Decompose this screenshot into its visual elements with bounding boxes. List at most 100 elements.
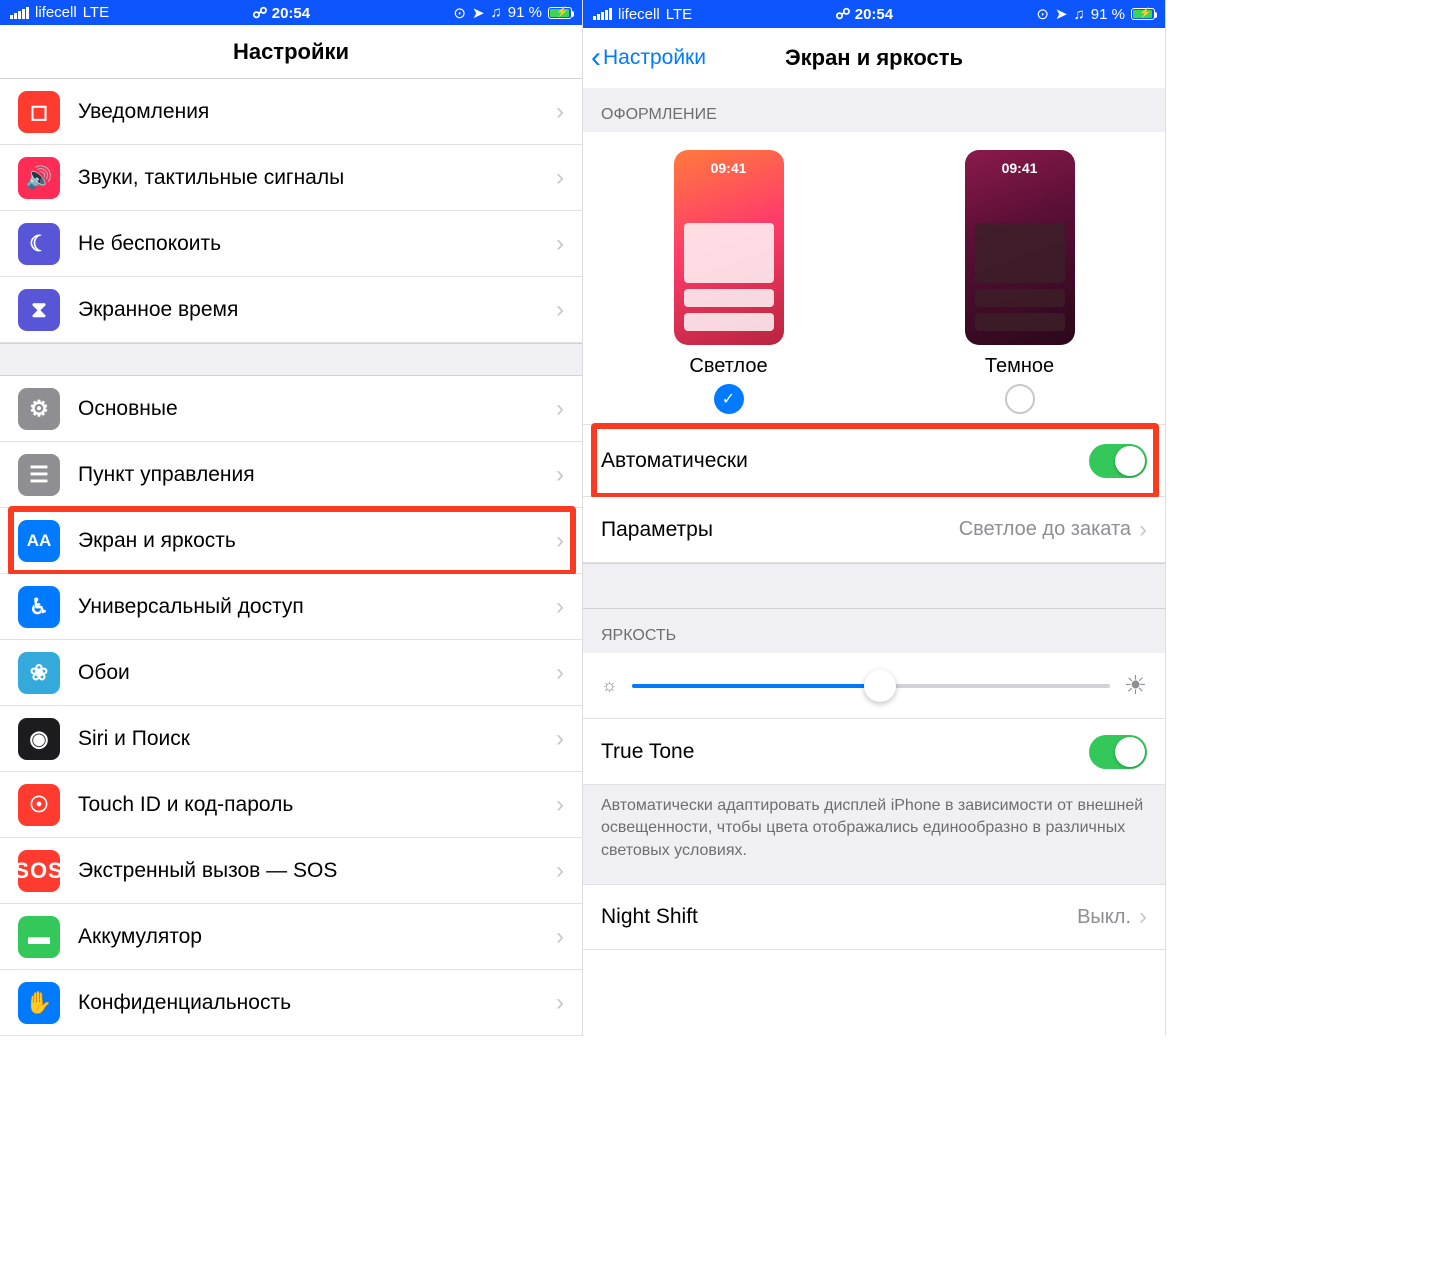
time-label: 20:54 xyxy=(855,6,893,23)
slider-knob[interactable] xyxy=(864,670,896,702)
row-label: Обои xyxy=(78,661,556,685)
link-icon: ☍ xyxy=(835,6,850,23)
chevron-right-icon: › xyxy=(556,461,564,489)
settings-row[interactable]: ☉Touch ID и код-пароль› xyxy=(0,772,582,838)
light-label: Светлое xyxy=(674,355,784,378)
settings-row[interactable]: ❀Обои› xyxy=(0,640,582,706)
row-label: Звуки, тактильные сигналы xyxy=(78,166,556,190)
dark-thumbnail: 09:41 xyxy=(965,150,1075,345)
back-label: Настройки xyxy=(603,46,706,70)
automatic-row-wrapper: Автоматически xyxy=(583,425,1165,497)
row-icon: SOS xyxy=(18,850,60,892)
page-title: Экран и яркость xyxy=(785,45,963,71)
phone-settings-list: lifecell LTE ☍ 20:54 ⊙ ➤ ♫ 91 % ⚡ Настро… xyxy=(0,0,583,1036)
sun-large-icon: ☀ xyxy=(1124,670,1147,701)
status-bar: lifecell LTE ☍ 20:54 ⊙ ➤ ♫ 91 % ⚡ xyxy=(583,0,1165,28)
location-icon: ➤ xyxy=(472,4,485,22)
time-label: 20:54 xyxy=(272,5,310,22)
chevron-right-icon: › xyxy=(556,98,564,126)
row-icon: 🔊 xyxy=(18,157,60,199)
row-icon: ◻︎ xyxy=(18,91,60,133)
row-icon: ✋ xyxy=(18,982,60,1024)
battery-pct-label: 91 % xyxy=(1091,6,1125,23)
chevron-right-icon: › xyxy=(556,857,564,885)
chevron-right-icon: › xyxy=(556,296,564,324)
appearance-option-light[interactable]: 09:41 Светлое ✓ xyxy=(674,150,784,414)
light-radio[interactable]: ✓ xyxy=(714,384,744,414)
row-icon: ⧗ xyxy=(18,289,60,331)
carrier-label: lifecell xyxy=(35,4,77,21)
group-separator xyxy=(0,343,582,376)
row-label: Аккумулятор xyxy=(78,925,556,949)
group-separator xyxy=(583,563,1165,609)
nav-header: Настройки xyxy=(0,25,582,79)
settings-row[interactable]: ◻︎Уведомления› xyxy=(0,79,582,145)
chevron-right-icon: › xyxy=(556,989,564,1017)
brightness-section-header: ЯРКОСТЬ xyxy=(583,609,1165,653)
params-value: Светлое до заката xyxy=(959,518,1131,541)
nightshift-value: Выкл. xyxy=(1077,906,1131,929)
row-icon: AA xyxy=(18,520,60,562)
signal-icon xyxy=(593,8,612,20)
settings-row[interactable]: ⚙ Основные› xyxy=(0,376,582,442)
settings-row[interactable]: ◉ Siri и Поиск› xyxy=(0,706,582,772)
headphones-icon: ♫ xyxy=(1074,6,1085,23)
row-icon: ◉ xyxy=(18,718,60,760)
row-label: Универсальный доступ xyxy=(78,595,556,619)
truetone-description: Автоматически адаптировать дисплей iPhon… xyxy=(583,785,1165,884)
chevron-right-icon: › xyxy=(556,593,564,621)
automatic-toggle[interactable] xyxy=(1089,444,1147,478)
settings-row[interactable]: 🔊 Звуки, тактильные сигналы› xyxy=(0,145,582,211)
row-label: Основные xyxy=(78,397,556,421)
chevron-left-icon: ‹ xyxy=(591,43,601,73)
row-icon: ☰ xyxy=(18,454,60,496)
row-label: Экстренный вызов — SOS xyxy=(78,859,556,883)
row-icon: ♿︎ xyxy=(18,586,60,628)
nightshift-label: Night Shift xyxy=(601,905,1077,929)
row-icon: ☉ xyxy=(18,784,60,826)
settings-row[interactable]: ▬Аккумулятор› xyxy=(0,904,582,970)
chevron-right-icon: › xyxy=(556,725,564,753)
settings-row[interactable]: ✋Конфиденциальность› xyxy=(0,970,582,1036)
chevron-right-icon: › xyxy=(556,230,564,258)
battery-icon: ⚡ xyxy=(1131,8,1155,20)
settings-row[interactable]: ☰Пункт управления› xyxy=(0,442,582,508)
row-label: Siri и Поиск xyxy=(78,727,556,751)
nightshift-row[interactable]: Night Shift Выкл. › xyxy=(583,884,1165,950)
battery-pct-label: 91 % xyxy=(508,4,542,21)
carrier-label: lifecell xyxy=(618,6,660,23)
status-bar: lifecell LTE ☍ 20:54 ⊙ ➤ ♫ 91 % ⚡ xyxy=(0,0,582,25)
appearance-option-dark[interactable]: 09:41 Темное xyxy=(965,150,1075,414)
row-icon: ⚙ xyxy=(18,388,60,430)
truetone-row[interactable]: True Tone xyxy=(583,719,1165,785)
row-label: Touch ID и код-пароль xyxy=(78,793,556,817)
chevron-right-icon: › xyxy=(556,164,564,192)
network-label: LTE xyxy=(666,6,692,23)
nav-header: ‹ Настройки Экран и яркость xyxy=(583,28,1165,88)
settings-row[interactable]: ☾ Не беспокоить› xyxy=(0,211,582,277)
location-icon: ➤ xyxy=(1055,5,1068,23)
chevron-right-icon: › xyxy=(556,395,564,423)
row-label: Экран и яркость xyxy=(78,529,556,553)
dark-label: Темное xyxy=(965,355,1075,378)
settings-row[interactable]: AAЭкран и яркость› xyxy=(0,508,582,574)
appearance-picker: 09:41 Светлое ✓ 09:41 Темное xyxy=(583,132,1165,425)
chevron-right-icon: › xyxy=(556,659,564,687)
row-label: Не беспокоить xyxy=(78,232,556,256)
automatic-row[interactable]: Автоматически xyxy=(583,425,1165,497)
truetone-toggle[interactable] xyxy=(1089,735,1147,769)
settings-row[interactable]: SOS Экстренный вызов — SOS› xyxy=(0,838,582,904)
params-row[interactable]: Параметры Светлое до заката › xyxy=(583,497,1165,563)
light-thumbnail: 09:41 xyxy=(674,150,784,345)
chevron-right-icon: › xyxy=(1139,516,1147,544)
back-button[interactable]: ‹ Настройки xyxy=(591,28,706,88)
settings-row[interactable]: ♿︎ Универсальный доступ› xyxy=(0,574,582,640)
row-icon: ☾ xyxy=(18,223,60,265)
battery-icon: ⚡ xyxy=(548,7,572,19)
appearance-section-header: ОФОРМЛЕНИЕ xyxy=(583,88,1165,132)
brightness-slider[interactable] xyxy=(632,684,1110,688)
settings-row[interactable]: ⧗Экранное время› xyxy=(0,277,582,343)
lock-icon: ⊙ xyxy=(1036,5,1049,23)
headphones-icon: ♫ xyxy=(491,4,502,21)
dark-radio[interactable] xyxy=(1005,384,1035,414)
